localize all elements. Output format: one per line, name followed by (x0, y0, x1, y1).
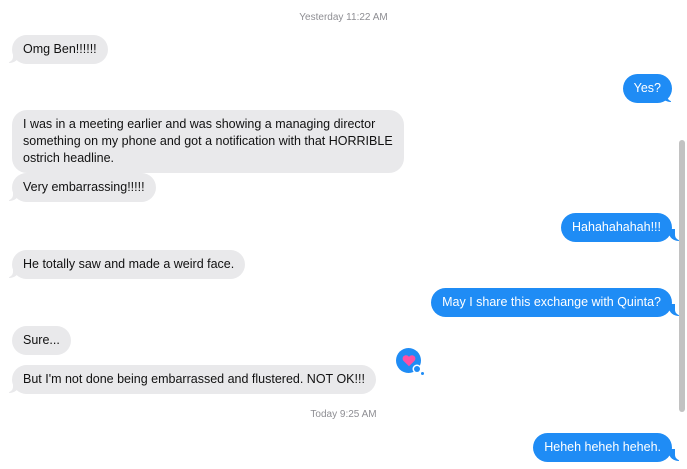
heart-icon (402, 355, 415, 367)
message-bubble-incoming[interactable]: But I'm not done being embarrassed and f… (12, 365, 376, 394)
tapback-tail-dot (421, 372, 424, 375)
message-bubble-incoming[interactable]: Sure... (12, 326, 71, 355)
message-bubble-incoming[interactable]: He totally saw and made a weird face. (12, 250, 246, 279)
message-bubble-outgoing[interactable]: Yes? (622, 74, 672, 103)
timestamp-yesterday: Yesterday 11:22 AM (299, 12, 388, 23)
message-thread: Yesterday 11:22 AM Omg Ben!!!!!! Yes? I … (0, 0, 687, 469)
timestamp-today: Today 9:25 AM (310, 409, 377, 420)
message-bubble-outgoing[interactable]: Heheh heheh heheh. (533, 433, 672, 462)
scrollbar[interactable] (679, 140, 685, 412)
message-bubble-incoming[interactable]: Omg Ben!!!!!! (12, 35, 108, 64)
message-bubble-incoming[interactable]: Very embarrassing!!!!! (12, 173, 156, 202)
message-bubble-outgoing[interactable]: Hahahahahah!!! (561, 213, 672, 242)
message-bubble-outgoing[interactable]: May I share this exchange with Quinta? (431, 288, 672, 317)
tapback-tail-dot (414, 366, 420, 372)
message-bubble-incoming[interactable]: I was in a meeting earlier and was showi… (12, 110, 404, 173)
